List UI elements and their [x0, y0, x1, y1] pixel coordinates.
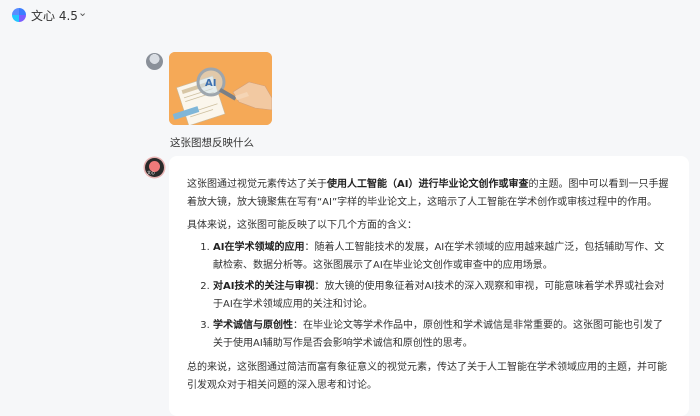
- thesis-magnifier-illustration: AI: [169, 52, 272, 125]
- answer-point-list: AI在学术领域的应用：随着人工智能技术的发展，AI在学术领域的应用越来越广泛，包…: [187, 239, 671, 353]
- list-item: AI在学术领域的应用：随着人工智能技术的发展，AI在学术领域的应用越来越广泛，包…: [213, 239, 671, 275]
- answer-intro: 这张图通过视觉元素传达了关于使用人工智能（AI）进行毕业论文创作或审查的主题。图…: [187, 179, 669, 208]
- answer-lead: 具体来说，这张图可能反映了以下几个方面的含义：: [187, 220, 417, 231]
- model-selector-label[interactable]: 文心 4.5: [31, 7, 78, 24]
- list-item: 对AI技术的关注与审视：放大镜的使用象征着对AI技术的深入观察和审视，可能意味着…: [213, 278, 671, 314]
- assistant-answer-card: 这张图通过视觉元素传达了关于使用人工智能（AI）进行毕业论文创作或审查的主题。图…: [169, 156, 689, 416]
- user-question-text: 这张图想反映什么: [170, 137, 254, 149]
- top-bar: 文心 4.5 ⌄: [0, 0, 700, 30]
- uploaded-image[interactable]: AI: [169, 52, 272, 125]
- user-avatar: [146, 53, 163, 70]
- app-logo-icon: [12, 8, 26, 22]
- list-item: 学术诚信与原创性：在毕业论文等学术作品中，原创性和学术诚信是非常重要的。这张图可…: [213, 317, 671, 353]
- chevron-down-icon[interactable]: ⌄: [78, 6, 87, 19]
- answer-conclusion: 总的来说，这张图通过简洁而富有象征意义的视觉元素，传达了关于人工智能在学术领域应…: [187, 362, 667, 391]
- assistant-avatar: 文心: [145, 158, 164, 177]
- assistant-avatar-tag: 文心: [147, 170, 155, 175]
- svg-text:AI: AI: [205, 78, 216, 89]
